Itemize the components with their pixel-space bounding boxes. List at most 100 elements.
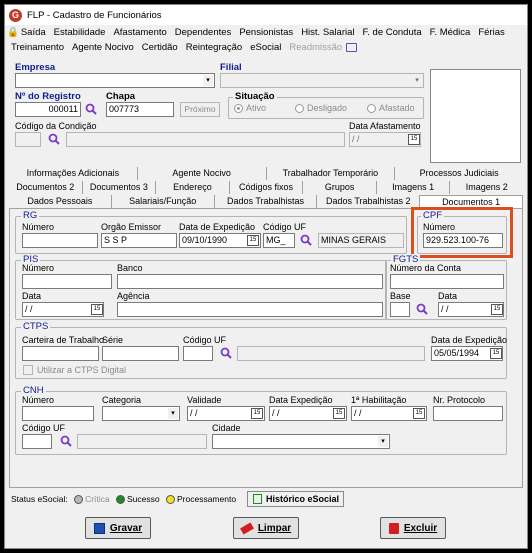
menu-bar-1: 🔒 Saída Estabilidade Afastamento Depende… [7, 25, 529, 40]
menu-reintegracao[interactable]: Reintegração [186, 42, 243, 53]
ctps-serie-label: Série [102, 335, 124, 345]
rg-title: RG [21, 210, 40, 221]
tab-documentos-2[interactable]: Documentos 2 [9, 181, 82, 194]
calendar-icon[interactable]: 15 [490, 348, 502, 359]
pis-numero-input[interactable] [22, 274, 112, 289]
rg-numero-input[interactable] [22, 233, 98, 248]
chevron-down-icon: ▾ [168, 408, 178, 419]
menu-hist-salarial[interactable]: Hist. Salarial [301, 27, 354, 38]
codigo-condicao-input [15, 132, 41, 147]
cnh-protocolo-input[interactable] [433, 406, 503, 421]
tab-imagens-1[interactable]: Imagens 1 [375, 181, 450, 194]
cnh-numero-input[interactable] [22, 406, 94, 421]
codigo-condicao-label: Código da Condição [15, 121, 97, 131]
employee-photo[interactable] [430, 69, 521, 163]
radio-icon [295, 104, 304, 114]
historico-esocial-button[interactable]: Histórico eSocial [247, 491, 344, 507]
rg-uf-input[interactable]: MG_ [263, 233, 295, 248]
calendar-icon[interactable]: 15 [251, 408, 263, 419]
registro-input[interactable]: 000011 [15, 102, 81, 117]
menu-certidao[interactable]: Certidão [142, 42, 178, 53]
tab-agente-nocivo[interactable]: Agente Nocivo [136, 167, 266, 180]
gravar-button[interactable]: Gravar [85, 517, 151, 539]
calendar-icon[interactable]: 15 [333, 408, 345, 419]
search-icon[interactable] [300, 234, 312, 246]
pis-numero-label: Número [22, 263, 55, 273]
ctps-carteira-input[interactable] [22, 346, 99, 361]
menu-saida[interactable]: Saída [21, 27, 46, 38]
menu-f-conduta[interactable]: F. de Conduta [363, 27, 422, 38]
title-bar: G FLP - Cadastro de Funcionários [5, 5, 527, 25]
filial-select: ▾ [220, 73, 424, 88]
tab-dados-trabalhistas[interactable]: Dados Trabalhistas [213, 195, 317, 208]
tab-imagens-2[interactable]: Imagens 2 [449, 181, 523, 194]
ctps-uf-input[interactable] [183, 346, 213, 361]
rg-numero-label: Número [22, 222, 55, 232]
tab-documentos-3[interactable]: Documentos 3 [81, 181, 156, 194]
menu-pensionistas[interactable]: Pensionistas [239, 27, 293, 38]
calendar-icon[interactable]: 15 [91, 304, 103, 315]
pis-banco-input[interactable] [117, 274, 383, 289]
excluir-button[interactable]: Excluir [380, 517, 446, 539]
tab-processos-judiciais[interactable]: Processos Judiciais [394, 167, 523, 180]
menu-esocial[interactable]: eSocial [250, 42, 281, 53]
fgts-conta-input[interactable] [390, 274, 504, 289]
status-label: Status eSocial: [11, 494, 68, 504]
cnh-categoria-select[interactable]: ▾ [102, 406, 180, 421]
status-critica-icon [74, 495, 84, 505]
save-icon [93, 522, 105, 534]
menu-agente-nocivo[interactable]: Agente Nocivo [72, 42, 134, 53]
menu-dependentes[interactable]: Dependentes [175, 27, 232, 38]
calendar-icon[interactable]: 15 [491, 304, 503, 315]
fgts-base-input[interactable] [390, 302, 410, 317]
main-window: G FLP - Cadastro de Funcionários 🔒 Saída… [4, 4, 528, 549]
tab-endereco[interactable]: Endereço [155, 181, 229, 194]
search-icon[interactable] [85, 103, 97, 115]
ctps-title: CTPS [21, 321, 51, 332]
tab-dados-pessoais[interactable]: Dados Pessoais [9, 195, 111, 208]
rg-orgao-label: Orgão Emissor [101, 222, 162, 232]
cnh-habilitacao-label: 1ª Habilitação [351, 395, 407, 405]
ctps-serie-input[interactable] [102, 346, 179, 361]
chapa-input[interactable]: 007773 [106, 102, 174, 117]
ctps-data-label: Data de Expedição [431, 335, 508, 345]
tab-codigos-fixos[interactable]: Códigos fixos [228, 181, 303, 194]
tab-informacoes-adicionais[interactable]: Informações Adicionais [9, 167, 137, 180]
status-esocial-bar: Status eSocial: Crítica Sucesso Processa… [11, 494, 236, 505]
empresa-select[interactable]: ▾ [15, 73, 215, 88]
search-icon[interactable] [48, 133, 60, 145]
menu-afastamento[interactable]: Afastamento [113, 27, 166, 38]
proximo-button: Próximo [180, 102, 220, 117]
menu-treinamento[interactable]: Treinamento [11, 42, 64, 53]
tab-row-2: Documentos 2 Documentos 3 Endereço Códig… [9, 181, 523, 194]
ctps-digital-label: Utilizar a CTPS Digital [37, 365, 127, 375]
search-icon[interactable] [416, 303, 428, 315]
cnh-validade-label: Validade [187, 395, 222, 405]
cnh-uf-label: Código UF [22, 423, 66, 433]
cnh-data-exp-label: Data Expedição [269, 395, 333, 405]
monitor-icon[interactable] [346, 43, 358, 52]
condicao-descricao [66, 132, 345, 147]
search-icon[interactable] [220, 347, 232, 359]
search-icon[interactable] [60, 435, 72, 447]
data-afastamento-label: Data Afastamento [349, 121, 421, 131]
menu-ferias[interactable]: Férias [478, 27, 504, 38]
menu-estabilidade[interactable]: Estabilidade [54, 27, 106, 38]
cnh-uf-input[interactable] [22, 434, 52, 449]
tab-salariais-funcao[interactable]: Salariais/Função [110, 195, 214, 208]
lock-icon: 🔒 [7, 27, 19, 38]
ctps-carteira-label: Carteira de Trabalho [22, 335, 105, 345]
cnh-uf-nome [77, 434, 207, 449]
rg-orgao-input[interactable]: S S P [101, 233, 177, 248]
limpar-button[interactable]: Limpar [233, 517, 299, 539]
status-processamento-icon [166, 495, 175, 505]
pis-agencia-input[interactable] [117, 302, 383, 317]
tab-dados-trabalhistas-2[interactable]: Dados Trabalhistas 2 [316, 195, 419, 208]
calendar-icon[interactable]: 15 [413, 408, 425, 419]
cnh-cidade-select[interactable]: ▾ [212, 434, 390, 449]
tab-grupos[interactable]: Grupos [302, 181, 376, 194]
calendar-icon[interactable]: 15 [247, 235, 259, 246]
ctps-uf-nome [237, 346, 425, 361]
tab-trabalhador-temporario[interactable]: Trabalhador Temporário [265, 167, 395, 180]
menu-f-medica[interactable]: F. Médica [430, 27, 471, 38]
